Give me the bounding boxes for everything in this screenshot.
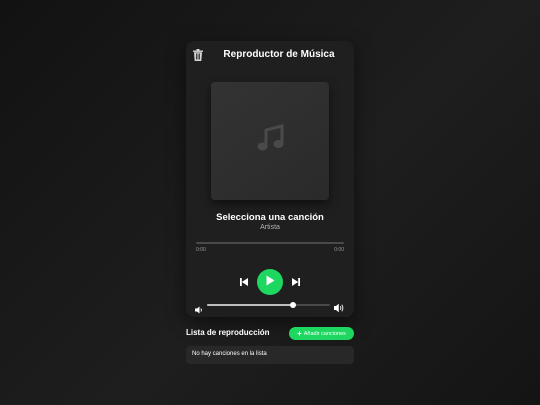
player-card: Reproductor de Música Selecciona una can… bbox=[186, 41, 354, 317]
playlist-list: No hay canciones en la lista bbox=[186, 346, 354, 364]
volume-low-icon[interactable] bbox=[195, 301, 203, 314]
skip-forward-icon[interactable] bbox=[291, 277, 301, 287]
plus-icon: + bbox=[297, 328, 302, 338]
page-title: Reproductor de Música bbox=[223, 49, 335, 60]
album-cover bbox=[211, 82, 329, 200]
current-time: 0:00 bbox=[196, 247, 206, 253]
progress-bar[interactable] bbox=[196, 242, 344, 244]
playlist-title: Lista de reproducción bbox=[186, 328, 270, 337]
music-note-icon bbox=[255, 123, 285, 159]
volume-thumb[interactable] bbox=[290, 302, 297, 308]
play-icon bbox=[265, 273, 275, 291]
total-time: 0:00 bbox=[334, 247, 344, 253]
add-songs-button[interactable]: + Añadir canciones bbox=[289, 327, 354, 340]
skip-back-icon[interactable] bbox=[239, 277, 249, 287]
song-title: Selecciona una canción bbox=[216, 212, 324, 223]
volume-slider[interactable] bbox=[207, 302, 330, 308]
add-songs-label: Añadir canciones bbox=[303, 330, 346, 337]
playback-controls bbox=[186, 269, 354, 295]
volume-control bbox=[186, 300, 354, 314]
trash-icon[interactable] bbox=[193, 49, 203, 61]
play-button[interactable] bbox=[257, 269, 283, 295]
volume-high-icon[interactable] bbox=[334, 300, 345, 313]
player-header: Reproductor de Música bbox=[186, 41, 354, 69]
artist-name: Artista bbox=[260, 224, 280, 231]
volume-fill bbox=[207, 304, 294, 306]
empty-playlist-message: No hay canciones en la lista bbox=[192, 351, 267, 357]
